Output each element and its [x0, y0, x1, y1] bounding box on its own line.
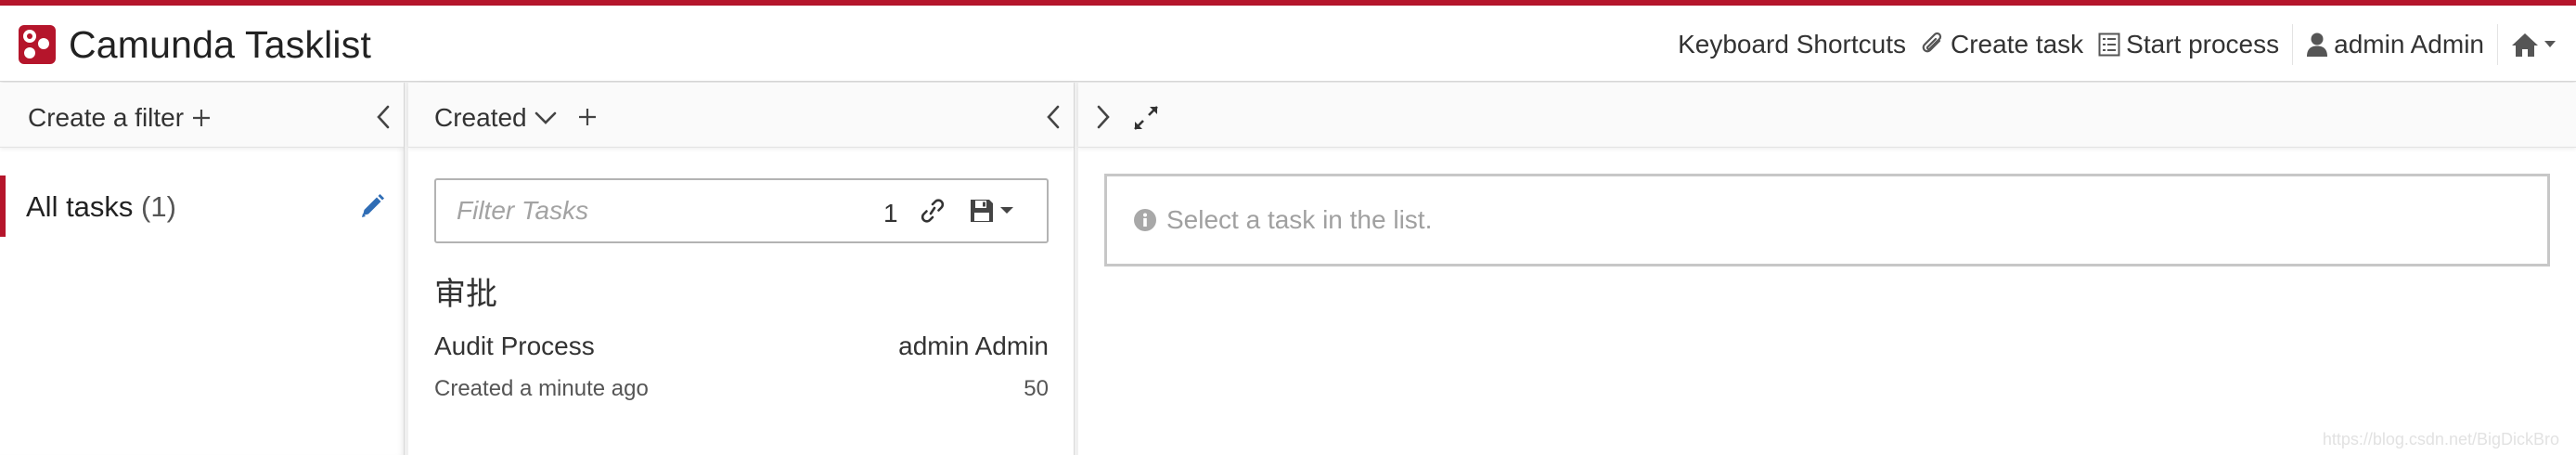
collapse-filters-button[interactable]: [369, 103, 397, 131]
start-process-label: Start process: [2126, 30, 2280, 58]
save-search-button[interactable]: [965, 197, 1017, 225]
maximize-detail-button[interactable]: [1130, 103, 1162, 133]
filter-item-all-tasks[interactable]: All tasks (1): [0, 176, 405, 237]
caret-down-icon: [1000, 207, 1013, 214]
chevron-right-icon: [1097, 105, 1110, 129]
user-label: admin Admin: [2334, 30, 2484, 58]
collapse-list-button[interactable]: [1039, 103, 1067, 131]
list-alt-icon: [2098, 32, 2120, 57]
plus-icon: [193, 110, 211, 126]
task-priority: 50: [1024, 376, 1049, 401]
chevron-left-icon: [377, 105, 390, 129]
home-menu[interactable]: [2504, 24, 2563, 65]
search-result-count: 1: [883, 199, 898, 228]
create-filter-button[interactable]: Create a filter: [28, 103, 212, 133]
active-filter-indicator: [0, 176, 6, 237]
task-search-box: 1: [434, 178, 1049, 243]
no-task-selected-notice: Select a task in the list.: [1104, 174, 2550, 266]
info-icon: [1134, 209, 1156, 231]
nav-divider: [2497, 24, 2498, 65]
camunda-logo-icon: [19, 25, 56, 64]
sort-dropdown[interactable]: Created: [434, 103, 557, 133]
keyboard-shortcuts-link[interactable]: Keyboard Shortcuts: [1670, 24, 1913, 65]
fullscreen-icon: [1134, 106, 1158, 130]
add-sorting-button[interactable]: [575, 105, 599, 129]
sort-label: Created: [434, 103, 527, 132]
floppy-disk-icon: [971, 200, 993, 222]
task-list-header: Created: [408, 83, 1074, 148]
create-task-button[interactable]: Create task: [1913, 24, 2091, 65]
filter-name: All tasks: [26, 190, 134, 223]
chevron-down-icon: [535, 111, 556, 124]
task-created-time: Created a minute ago: [434, 376, 649, 401]
watermark: https://blog.csdn.net/BigDickBro: [2322, 430, 2559, 448]
task-list-panel: Created 1: [408, 83, 1075, 455]
keyboard-shortcuts-label: Keyboard Shortcuts: [1678, 30, 1906, 58]
user-menu[interactable]: admin Admin: [2299, 24, 2492, 65]
task-detail-header: [1078, 83, 2576, 148]
task-name: 审批: [434, 277, 497, 312]
filters-panel: Create a filter All tasks (1): [0, 83, 405, 455]
edit-filter-button[interactable]: [358, 192, 386, 220]
task-search-input[interactable]: [457, 193, 846, 228]
task-list-item[interactable]: 审批 Audit Process admin Admin Created a m…: [434, 268, 1049, 454]
brand[interactable]: Camunda Tasklist: [19, 22, 371, 67]
copy-link-button[interactable]: [919, 197, 947, 225]
filter-item-label: All tasks (1): [26, 190, 176, 224]
navbar-actions: Keyboard Shortcuts Create task Start pro…: [1670, 24, 2563, 65]
chevron-left-icon: [1047, 105, 1060, 129]
nav-divider: [2292, 24, 2294, 65]
user-icon: [2307, 32, 2328, 57]
link-icon: [921, 199, 945, 223]
pencil-icon: [362, 194, 384, 217]
create-task-label: Create task: [1951, 30, 2084, 58]
plus-icon: [579, 109, 596, 125]
caret-down-icon: [2544, 41, 2556, 47]
filters-header: Create a filter: [0, 83, 404, 148]
empty-detail-message: Select a task in the list.: [1166, 205, 1433, 234]
task-detail-panel: Select a task in the list. https://blog.…: [1078, 83, 2576, 455]
navbar: Camunda Tasklist Keyboard Shortcuts Crea…: [0, 6, 2576, 82]
filter-count: (1): [141, 190, 176, 223]
expand-list-button[interactable]: [1089, 103, 1117, 131]
start-process-button[interactable]: Start process: [2091, 24, 2286, 65]
create-filter-label: Create a filter: [28, 103, 185, 132]
task-assignee: admin Admin: [898, 332, 1049, 360]
paperclip-icon: [1922, 32, 1942, 53]
task-process-name: Audit Process: [434, 332, 595, 360]
home-icon: [2512, 33, 2538, 57]
app-title: Camunda Tasklist: [69, 22, 372, 66]
